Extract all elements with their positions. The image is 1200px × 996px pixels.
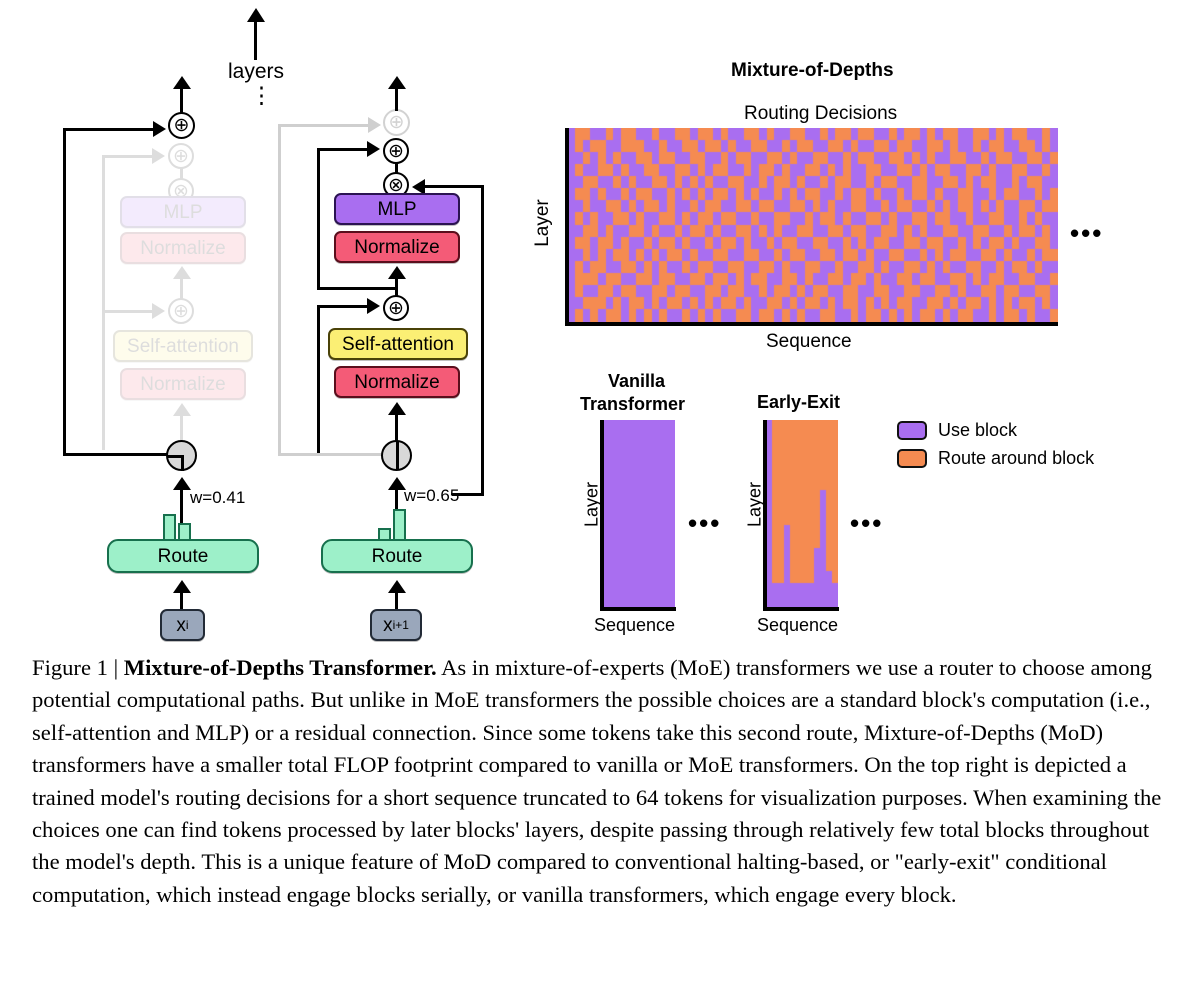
vanilla-transformer-title-line1: Vanilla <box>608 371 666 391</box>
left-attn-residual-arrowhead <box>152 303 165 319</box>
legend-item-route-around-block: Route around block <box>897 448 1094 469</box>
left-input-token-sub: i <box>185 618 189 632</box>
right-mlp-residual-vertical <box>317 148 320 290</box>
right-router-gate <box>381 440 412 471</box>
right-mlp-add-op: ⊕ <box>383 138 409 164</box>
right-input-token-sub: i+1 <box>392 618 409 632</box>
left-input-token-label: x <box>176 614 186 636</box>
early-exit-heatmap-ellipsis: ••• <box>850 508 884 538</box>
routing-heatmap-x-axis-spine <box>565 322 1058 326</box>
routing-layer-axis-label: Layer <box>532 199 553 247</box>
right-residual-top <box>278 124 370 127</box>
right-attn-residual-arrowhead <box>367 298 380 314</box>
left-attn-to-norm-arrowhead <box>173 266 191 279</box>
left-attn-residual-top <box>102 310 154 313</box>
legend-label-route-around-block: Route around block <box>938 448 1095 468</box>
right-attn-residual-vertical <box>317 305 320 453</box>
left-self-attention-block: Self-attention <box>113 330 253 362</box>
routing-heatmap-ellipsis: ••• <box>1070 218 1104 248</box>
right-top-out-arrowhead <box>388 76 406 89</box>
right-input-to-route-arrowhead <box>388 580 406 593</box>
left-gate-to-norm-arrowhead <box>173 403 191 416</box>
vanilla-heatmap-y-axis-spine <box>600 420 604 610</box>
right-mlp-residual-bottom <box>317 287 397 290</box>
left-mlp-residual-arrowhead <box>152 148 165 164</box>
routing-sequence-axis-label: Sequence <box>766 331 852 352</box>
mixture-of-depths-title: Mixture-of-Depths <box>731 60 894 81</box>
right-mlp-residual-top <box>317 148 369 151</box>
right-hist-bar-2 <box>393 509 406 542</box>
right-weight-label: w=0.65 <box>404 486 460 505</box>
routing-decisions-heatmap <box>568 128 1058 322</box>
early-exit-heatmap-x-axis-spine <box>763 607 839 611</box>
left-normalize-upper-block: Normalize <box>120 232 246 264</box>
right-weight-feed-top <box>425 185 484 188</box>
legend: Use block Route around block <box>897 420 1094 469</box>
left-hist-bar-1 <box>163 514 176 542</box>
left-router-histogram <box>160 512 200 542</box>
right-input-token-label: x <box>383 614 393 636</box>
figure-caption: Figure 1 | Mixture-of-Depths Transformer… <box>32 652 1172 911</box>
figure-1-mixture-of-depths: layers ⋮ ⊕ ⊕ ⊗ MLP Normalize ⊕ Self-atte… <box>0 0 1200 996</box>
right-self-attention-block: Self-attention <box>328 328 468 360</box>
right-normalize-lower-block: Normalize <box>334 366 460 398</box>
early-exit-heatmap <box>766 420 838 607</box>
early-exit-heatmap-y-axis-spine <box>763 420 767 610</box>
vanilla-transformer-title-line2: Transformer <box>580 394 686 414</box>
right-gate-split-line <box>396 442 399 469</box>
left-mlp-block: MLP <box>120 196 246 228</box>
left-attn-add-op: ⊕ <box>168 298 194 324</box>
right-gate-to-norm-arrowhead <box>388 402 406 415</box>
legend-label-use-block: Use block <box>938 420 1018 440</box>
architecture-diagram: layers ⋮ ⊕ ⊕ ⊗ MLP Normalize ⊕ Self-atte… <box>0 0 520 650</box>
left-mlp-add-op: ⊕ <box>168 143 194 169</box>
right-input-token: x i+1 <box>370 609 422 641</box>
right-residual-vertical <box>278 124 281 456</box>
right-mlp-block: MLP <box>334 193 460 225</box>
left-route-to-gate-arrowhead <box>173 477 191 490</box>
routing-decisions-title: Routing Decisions <box>744 103 898 124</box>
right-weight-feed-vertical <box>481 185 484 495</box>
left-mlp-residual-top <box>102 155 154 158</box>
left-normalize-lower-block: Normalize <box>120 368 246 400</box>
caption-bold-title: Mixture-of-Depths Transformer. <box>123 655 437 680</box>
vanilla-heatmap-ellipsis: ••• <box>688 508 722 538</box>
caption-body: As in mixture-of-experts (MoE) transform… <box>32 655 1162 907</box>
left-gate-wedge-h <box>168 455 184 458</box>
left-input-token: xi <box>160 609 205 641</box>
vanilla-heatmap-x-axis-spine <box>600 607 676 611</box>
right-normalize-upper-block: Normalize <box>334 231 460 263</box>
vanilla-transformer-heatmap <box>603 420 675 607</box>
right-attn-residual-top <box>317 305 369 308</box>
right-attn-to-norm-arrowhead <box>388 266 406 279</box>
right-attn-add-op: ⊕ <box>383 295 409 321</box>
right-router-histogram <box>375 508 415 542</box>
vanilla-sequence-axis-label: Sequence <box>594 615 676 635</box>
right-mlp-residual-arrowhead <box>367 141 380 157</box>
right-top-out-line <box>395 86 398 111</box>
right-top-add-op: ⊕ <box>383 109 410 136</box>
left-input-to-route-arrowhead <box>173 580 191 593</box>
left-weight-label: w=0.41 <box>190 488 246 507</box>
legend-swatch-use-block <box>897 421 927 440</box>
legend-swatch-route-around-block <box>897 449 927 468</box>
left-router-gate <box>166 440 197 471</box>
caption-prefix: Figure 1 | <box>32 655 124 680</box>
left-attn-residual-vertical <box>102 310 105 450</box>
early-exit-sequence-axis-label: Sequence <box>757 615 839 635</box>
right-residual-arrowhead <box>368 117 381 133</box>
right-route-block: Route <box>321 539 473 573</box>
right-residual-bottom <box>278 453 388 456</box>
legend-item-use-block: Use block <box>897 420 1094 441</box>
early-exit-title: Early-Exit <box>757 392 841 412</box>
left-route-block: Route <box>107 539 259 573</box>
routing-heatmap-y-axis-spine <box>565 128 569 325</box>
